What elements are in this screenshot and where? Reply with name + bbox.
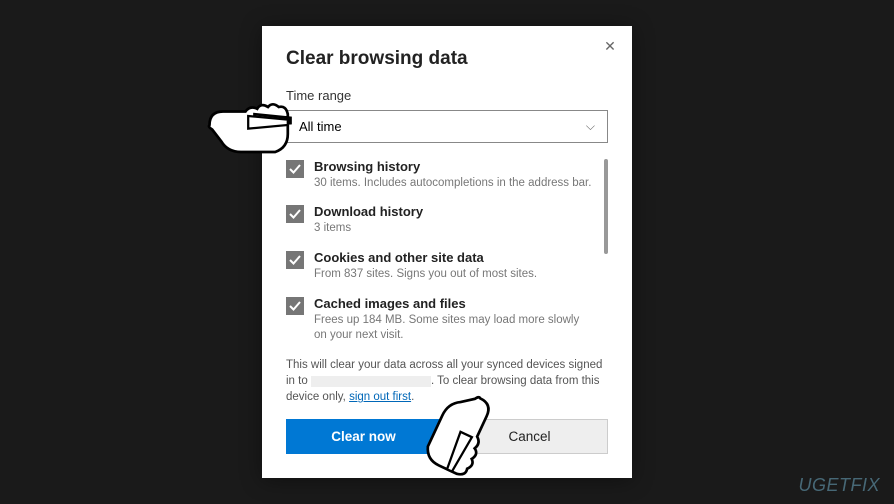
close-icon: ✕: [604, 38, 616, 54]
item-title: Cached images and files: [314, 296, 594, 311]
clear-now-button[interactable]: Clear now: [286, 419, 441, 454]
checkmark-icon: [289, 300, 301, 312]
data-type-list: Browsing history 30 items. Includes auto…: [286, 159, 608, 344]
item-desc: Frees up 184 MB. Some sites may load mor…: [314, 313, 594, 343]
checkbox-browsing-history[interactable]: [286, 160, 304, 178]
cancel-button[interactable]: Cancel: [451, 419, 608, 454]
list-item: Download history 3 items: [286, 204, 594, 236]
item-title: Cookies and other site data: [314, 250, 594, 265]
clear-browsing-data-dialog: ✕ Clear browsing data Time range All tim…: [262, 26, 632, 479]
sync-warning-text: This will clear your data across all you…: [286, 357, 608, 405]
list-item: Cookies and other site data From 837 sit…: [286, 250, 594, 282]
time-range-value: All time: [299, 119, 342, 134]
sign-out-link[interactable]: sign out first: [349, 391, 411, 403]
dialog-title: Clear browsing data: [286, 48, 608, 70]
checkbox-cache[interactable]: [286, 297, 304, 315]
list-item: Browsing history 30 items. Includes auto…: [286, 159, 594, 191]
list-item: Cached images and files Frees up 184 MB.…: [286, 296, 594, 343]
checkmark-icon: [289, 254, 301, 266]
close-button[interactable]: ✕: [600, 36, 620, 56]
item-desc: 3 items: [314, 221, 594, 236]
time-range-select[interactable]: All time ⌵: [286, 110, 608, 143]
watermark: UGETFIX: [798, 475, 880, 496]
item-title: Download history: [314, 204, 594, 219]
redacted-email: [311, 376, 431, 387]
checkmark-icon: [289, 163, 301, 175]
checkbox-cookies[interactable]: [286, 251, 304, 269]
item-title: Browsing history: [314, 159, 594, 174]
checkbox-download-history[interactable]: [286, 205, 304, 223]
item-desc: 30 items. Includes autocompletions in th…: [314, 176, 594, 191]
scrollbar[interactable]: [604, 159, 608, 254]
button-row: Clear now Cancel: [286, 419, 608, 454]
item-desc: From 837 sites. Signs you out of most si…: [314, 267, 594, 282]
chevron-down-icon: ⌵: [586, 119, 595, 134]
checkmark-icon: [289, 208, 301, 220]
time-range-label: Time range: [286, 88, 608, 103]
